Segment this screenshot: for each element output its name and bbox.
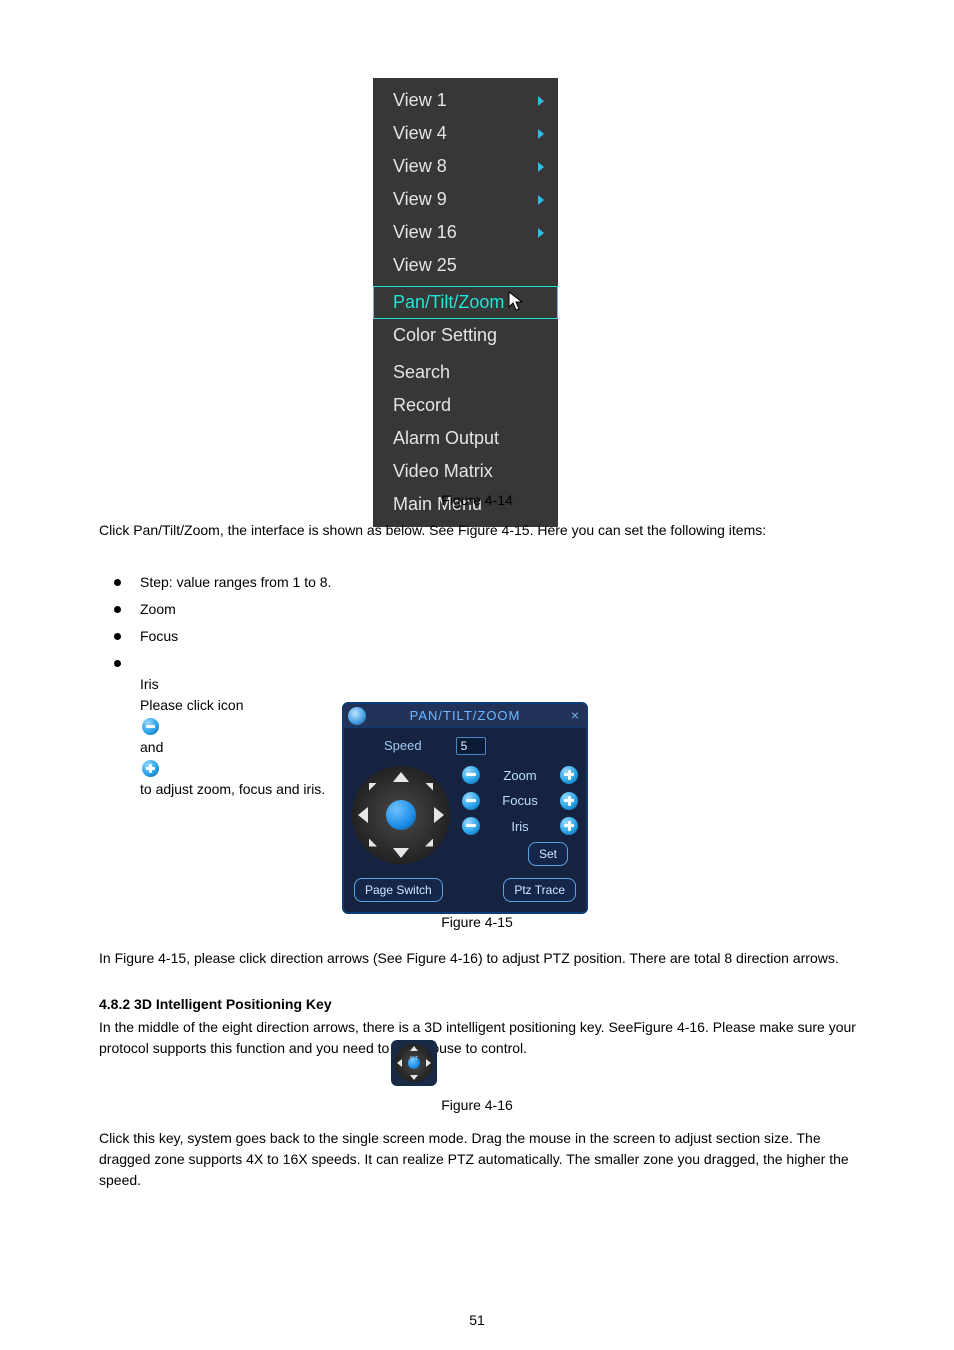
- ptz-panel: PAN/TILT/ZOOM × Speed 5 Zoom Focus: [342, 702, 588, 914]
- figure-caption: Figure 4-16: [0, 1095, 954, 1116]
- page-number: 51: [0, 1310, 954, 1331]
- arrow-up-icon[interactable]: [393, 772, 409, 782]
- chevron-right-icon: [538, 162, 544, 172]
- page-switch-button[interactable]: Page Switch: [354, 878, 443, 902]
- context-menu-label: View 9: [393, 189, 447, 209]
- focus-minus-button[interactable]: [462, 792, 480, 810]
- list-item: Zoom: [112, 599, 862, 620]
- context-menu-label: View 8: [393, 156, 447, 176]
- context-menu-label: View 4: [393, 123, 447, 143]
- context-menu-label: View 1: [393, 90, 447, 110]
- list-item-text: Zoom: [140, 601, 176, 617]
- context-menu-item-search[interactable]: Search: [373, 356, 558, 389]
- arrow-down-icon[interactable]: [393, 848, 409, 858]
- figure-caption: Figure 4-15: [0, 912, 954, 933]
- list-item: Focus: [112, 626, 862, 647]
- context-menu-label: Record: [393, 395, 451, 415]
- list-item-text: Focus: [140, 628, 178, 644]
- arrow-down-icon: [410, 1075, 418, 1080]
- dpad-center-button[interactable]: [386, 800, 416, 830]
- iris-label: Iris: [488, 817, 552, 837]
- list-item-text: and: [140, 739, 163, 755]
- context-menu-label: View 16: [393, 222, 457, 242]
- direction-pad[interactable]: [352, 766, 450, 864]
- paragraph: In Figure 4-15, please click direction a…: [99, 948, 859, 969]
- close-icon[interactable]: ×: [571, 708, 580, 722]
- context-menu-label: Pan/Tilt/Zoom: [393, 292, 504, 312]
- list-item-text: to adjust zoom, focus and iris.: [140, 781, 325, 797]
- context-menu-label: Color Setting: [393, 325, 497, 345]
- arrow-right-icon[interactable]: [434, 807, 444, 823]
- context-menu-item-color-setting[interactable]: Color Setting: [373, 319, 558, 352]
- context-menu-item-alarm-output[interactable]: Alarm Output: [373, 422, 558, 455]
- dpad-center-label: SIT: [395, 1056, 433, 1064]
- arrow-downleft-icon[interactable]: [369, 839, 377, 847]
- mini-direction-pad: SIT: [391, 1040, 437, 1086]
- list-item-text: Iris Please click icon: [140, 676, 244, 713]
- ptz-trace-button[interactable]: Ptz Trace: [503, 878, 576, 902]
- chevron-right-icon: [538, 228, 544, 238]
- set-button[interactable]: Set: [528, 842, 568, 866]
- context-menu-item-view8[interactable]: View 8: [373, 150, 558, 183]
- figure-caption: Figure 4-14: [0, 490, 954, 511]
- context-menu: View 1 View 4 View 8 View 9 View 16 View…: [373, 78, 558, 527]
- ptz-focus-row: Focus: [462, 791, 578, 811]
- context-menu-item-view25[interactable]: View 25: [373, 249, 558, 282]
- app-icon: [348, 707, 366, 725]
- zoom-plus-button[interactable]: [560, 766, 578, 784]
- arrow-upright-icon[interactable]: [425, 783, 433, 791]
- arrow-downright-icon[interactable]: [425, 839, 433, 847]
- paragraph: Click this key, system goes back to the …: [99, 1128, 859, 1191]
- plus-icon: [142, 760, 159, 777]
- speed-input[interactable]: 5: [456, 737, 486, 755]
- ptz-speed-row: Speed 5: [344, 728, 586, 766]
- ptz-titlebar: PAN/TILT/ZOOM ×: [344, 704, 586, 728]
- context-menu-item-ptz[interactable]: Pan/Tilt/Zoom: [373, 286, 558, 319]
- zoom-minus-button[interactable]: [462, 766, 480, 784]
- arrow-left-icon[interactable]: [358, 807, 368, 823]
- chevron-right-icon: [538, 129, 544, 139]
- context-menu-label: Alarm Output: [393, 428, 499, 448]
- ptz-iris-row: Iris: [462, 817, 578, 837]
- focus-label: Focus: [488, 791, 552, 811]
- context-menu-item-record[interactable]: Record: [373, 389, 558, 422]
- focus-plus-button[interactable]: [560, 792, 578, 810]
- context-menu-item-view1[interactable]: View 1: [373, 84, 558, 117]
- iris-plus-button[interactable]: [560, 817, 578, 835]
- speed-label: Speed: [384, 736, 422, 756]
- zoom-label: Zoom: [488, 766, 552, 786]
- context-menu-item-view9[interactable]: View 9: [373, 183, 558, 216]
- paragraph: In the middle of the eight direction arr…: [99, 1017, 859, 1059]
- section-heading: 4.8.2 3D Intelligent Positioning Key: [99, 994, 332, 1015]
- context-menu-item-view4[interactable]: View 4: [373, 117, 558, 150]
- arrow-up-icon: [410, 1046, 418, 1051]
- arrow-upleft-icon[interactable]: [369, 783, 377, 791]
- context-menu-label: Search: [393, 362, 450, 382]
- ptz-zoom-row: Zoom: [462, 766, 578, 786]
- context-menu-item-video-matrix[interactable]: Video Matrix: [373, 455, 558, 488]
- chevron-right-icon: [538, 96, 544, 106]
- context-menu-item-view16[interactable]: View 16: [373, 216, 558, 249]
- context-menu-label: View 25: [393, 255, 457, 275]
- list-item: Step: value ranges from 1 to 8.: [112, 572, 862, 593]
- chevron-right-icon: [538, 195, 544, 205]
- list-item-text: Step: value ranges from 1 to 8.: [140, 574, 331, 590]
- minus-icon: [142, 718, 159, 735]
- ptz-title-text: PAN/TILT/ZOOM: [410, 706, 521, 726]
- paragraph: Click Pan/Tilt/Zoom, the interface is sh…: [99, 520, 859, 541]
- iris-minus-button[interactable]: [462, 817, 480, 835]
- context-menu-label: Video Matrix: [393, 461, 493, 481]
